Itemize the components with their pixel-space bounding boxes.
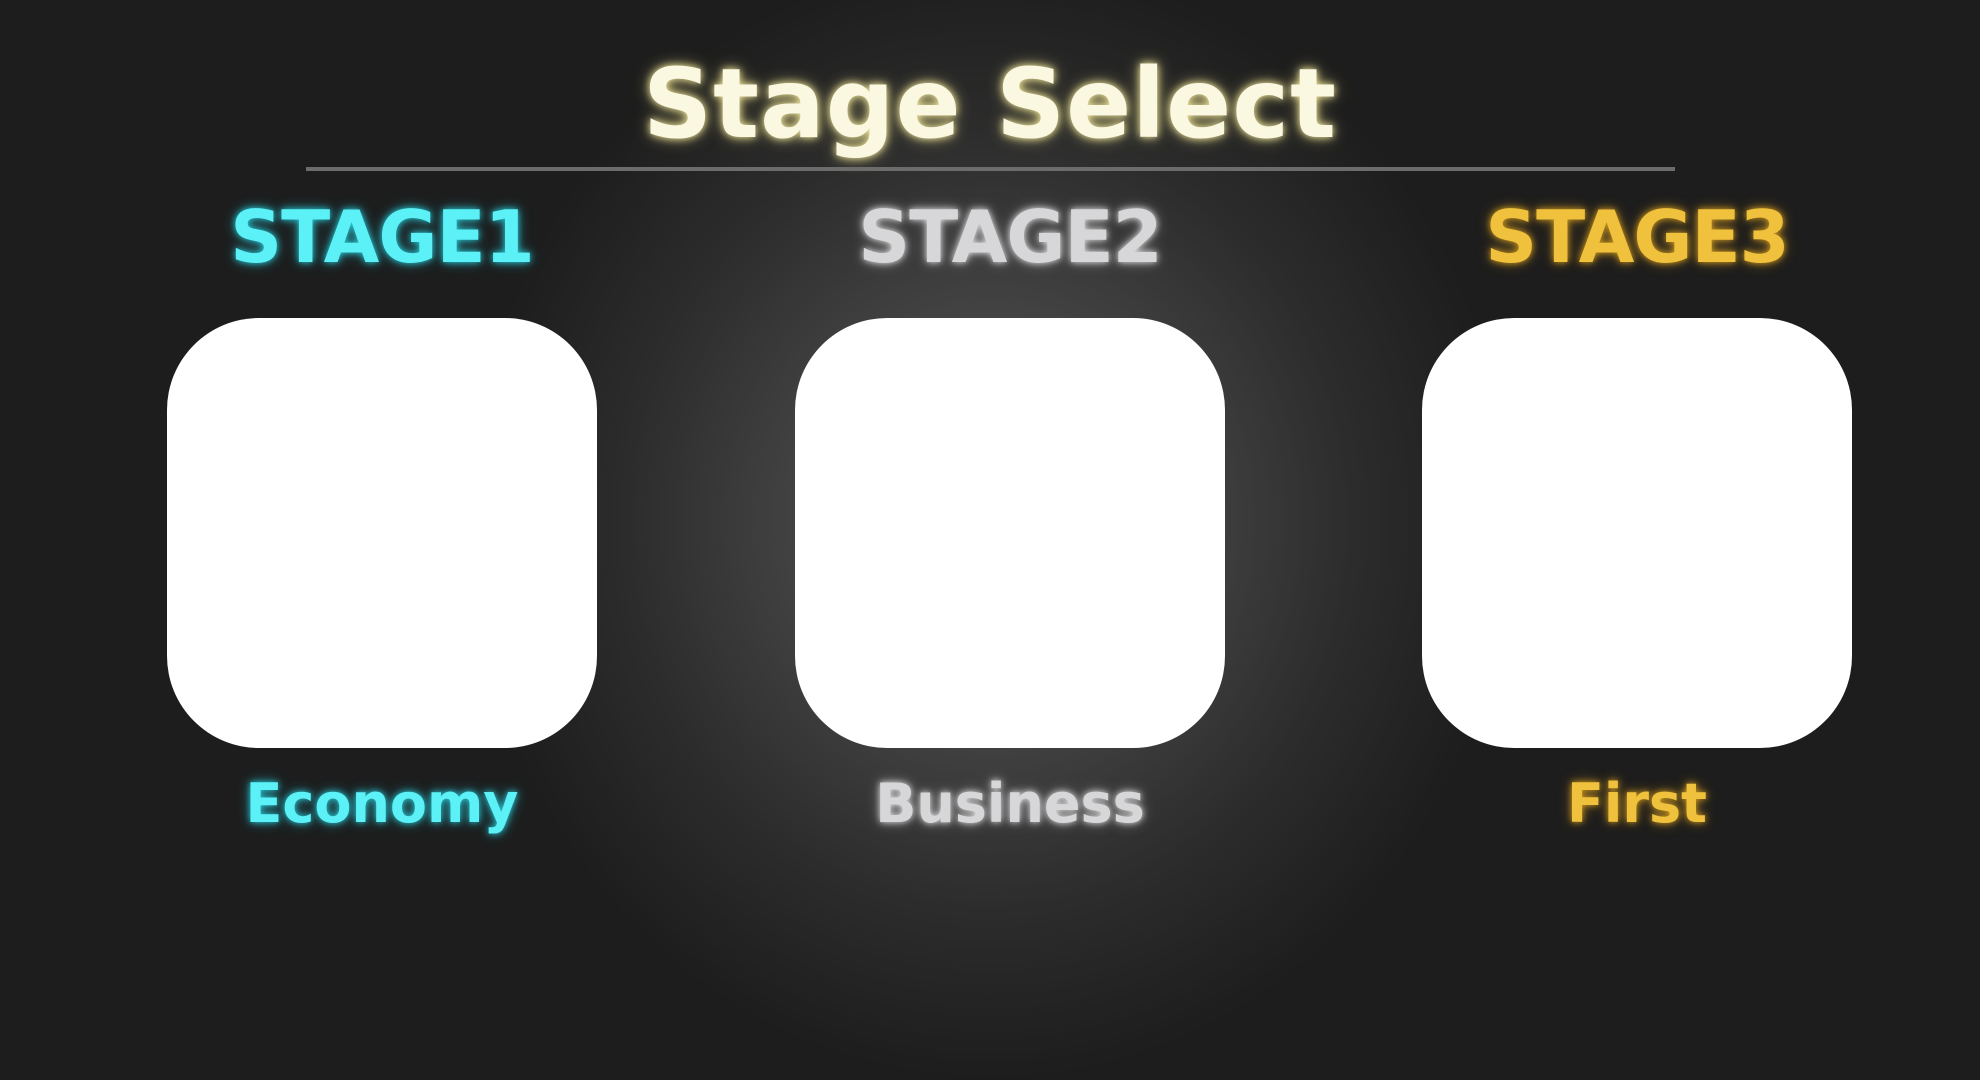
stage-option-1[interactable]: STAGE1 Economy bbox=[152, 190, 612, 850]
stage-card-1[interactable] bbox=[167, 318, 597, 748]
stage-name-1: STAGE1 bbox=[230, 195, 534, 279]
stage-class-label-2: Business bbox=[875, 772, 1145, 835]
stage-card-3[interactable] bbox=[1422, 318, 1852, 748]
title-divider bbox=[306, 167, 1675, 171]
stage-option-3[interactable]: STAGE3 First bbox=[1407, 190, 1867, 850]
stage-class-label-1: Economy bbox=[245, 772, 519, 835]
page-title: Stage Select bbox=[642, 48, 1338, 160]
stage-name-3: STAGE3 bbox=[1485, 195, 1789, 279]
stage-name-2: STAGE2 bbox=[858, 195, 1162, 279]
stage-class-label-3: First bbox=[1567, 772, 1707, 835]
stage-option-2[interactable]: STAGE2 Business bbox=[780, 190, 1240, 850]
stage-card-2[interactable] bbox=[795, 318, 1225, 748]
